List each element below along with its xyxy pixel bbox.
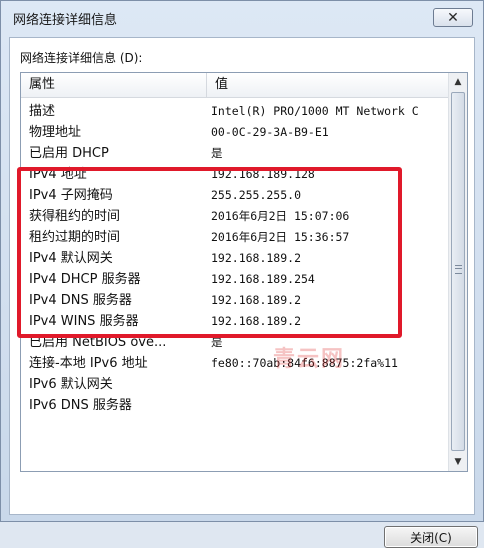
table-row[interactable]: 已启用 DHCP 是: [21, 143, 449, 164]
table-row[interactable]: IPv4 DHCP 服务器 192.168.189.254: [21, 269, 449, 290]
column-header-value[interactable]: 值: [207, 73, 449, 97]
scroll-up-arrow-icon[interactable]: ▲: [449, 73, 467, 91]
value-cell: 192.168.189.2: [211, 293, 302, 307]
value-cell: 192.168.189.254: [211, 272, 315, 286]
property-cell: IPv4 默认网关: [29, 251, 113, 266]
dialog-window: 网络连接详细信息 ✕ 网络连接详细信息 (D): 属性 值 描述 Intel(R)…: [0, 0, 484, 548]
watermark: 青云网: [273, 347, 346, 372]
vertical-scrollbar[interactable]: ▲ ▼: [448, 73, 467, 471]
value-cell: 255.255.255.0: [211, 188, 302, 202]
window-title: 网络连接详细信息: [13, 13, 118, 28]
value-cell: 192.168.189.2: [211, 251, 302, 265]
property-cell: 已启用 NetBIOS ove...: [29, 335, 167, 350]
scroll-down-arrow-icon[interactable]: ▼: [449, 453, 467, 471]
table-row[interactable]: IPv4 DNS 服务器 192.168.189.2: [21, 290, 449, 311]
table-row[interactable]: 物理地址 00-0C-29-3A-B9-E1: [21, 122, 449, 143]
table-row[interactable]: IPv6 默认网关: [21, 374, 449, 395]
property-cell: 租约过期的时间: [29, 230, 121, 245]
scroll-thumb[interactable]: [451, 92, 465, 451]
table-row[interactable]: IPv4 地址 192.168.189.128: [21, 164, 449, 185]
close-button[interactable]: 关闭(C): [384, 526, 478, 548]
property-cell: 已启用 DHCP: [29, 146, 109, 161]
value-cell: 192.168.189.2: [211, 314, 302, 328]
table-row[interactable]: 描述 Intel(R) PRO/1000 MT Network C: [21, 101, 449, 122]
property-cell: 物理地址: [29, 125, 82, 140]
property-cell: IPv4 子网掩码: [29, 188, 113, 203]
value-cell: 192.168.189.128: [211, 167, 315, 181]
details-list[interactable]: 属性 值 描述 Intel(R) PRO/1000 MT Network C 物理地…: [20, 72, 468, 472]
list-rows: 描述 Intel(R) PRO/1000 MT Network C 物理地址 00-0…: [21, 101, 449, 416]
table-row[interactable]: 租约过期的时间 2016年6月2日 15:36:57: [21, 227, 449, 248]
value-cell: 2016年6月2日 15:07:06: [211, 209, 350, 223]
table-row[interactable]: IPv4 子网掩码 255.255.255.0: [21, 185, 449, 206]
table-row[interactable]: 获得租约的时间 2016年6月2日 15:07:06: [21, 206, 449, 227]
title-bar[interactable]: 网络连接详细信息 ✕: [1, 1, 483, 37]
details-label: 网络连接详细信息 (D):: [20, 51, 143, 65]
value-cell: 00-0C-29-3A-B9-E1: [211, 125, 329, 139]
value-cell: 2016年6月2日 15:36:57: [211, 230, 350, 244]
table-row[interactable]: IPv4 WINS 服务器 192.168.189.2: [21, 311, 449, 332]
dialog-client-area: 网络连接详细信息 (D): 属性 值 描述 Intel(R) PRO/1000 M…: [9, 37, 478, 548]
property-cell: IPv4 WINS 服务器: [29, 314, 139, 329]
property-cell: IPv6 DNS 服务器: [29, 398, 132, 413]
property-cell: 获得租约的时间: [29, 209, 121, 224]
value-cell: Intel(R) PRO/1000 MT Network C: [211, 104, 419, 118]
grip-icon: [455, 265, 462, 274]
property-cell: IPv4 DHCP 服务器: [29, 272, 141, 287]
property-cell: 描述: [29, 104, 56, 119]
property-cell: IPv4 地址: [29, 167, 87, 182]
property-cell: IPv6 默认网关: [29, 377, 113, 392]
table-row[interactable]: IPv4 默认网关 192.168.189.2: [21, 248, 449, 269]
property-cell: IPv4 DNS 服务器: [29, 293, 132, 308]
list-header: 属性 值: [21, 73, 449, 98]
property-cell: 连接-本地 IPv6 地址: [29, 356, 148, 371]
value-cell: 是: [211, 146, 223, 160]
table-row[interactable]: IPv6 DNS 服务器: [21, 395, 449, 416]
table-row[interactable]: 已启用 NetBIOS ove... 是: [21, 332, 449, 353]
column-header-property[interactable]: 属性: [21, 73, 207, 97]
table-row[interactable]: 连接-本地 IPv6 地址 fe80::70ab:84f6:8875:2fa%11: [21, 353, 449, 374]
title-close-button[interactable]: ✕: [433, 8, 473, 27]
close-icon: ✕: [447, 9, 459, 26]
